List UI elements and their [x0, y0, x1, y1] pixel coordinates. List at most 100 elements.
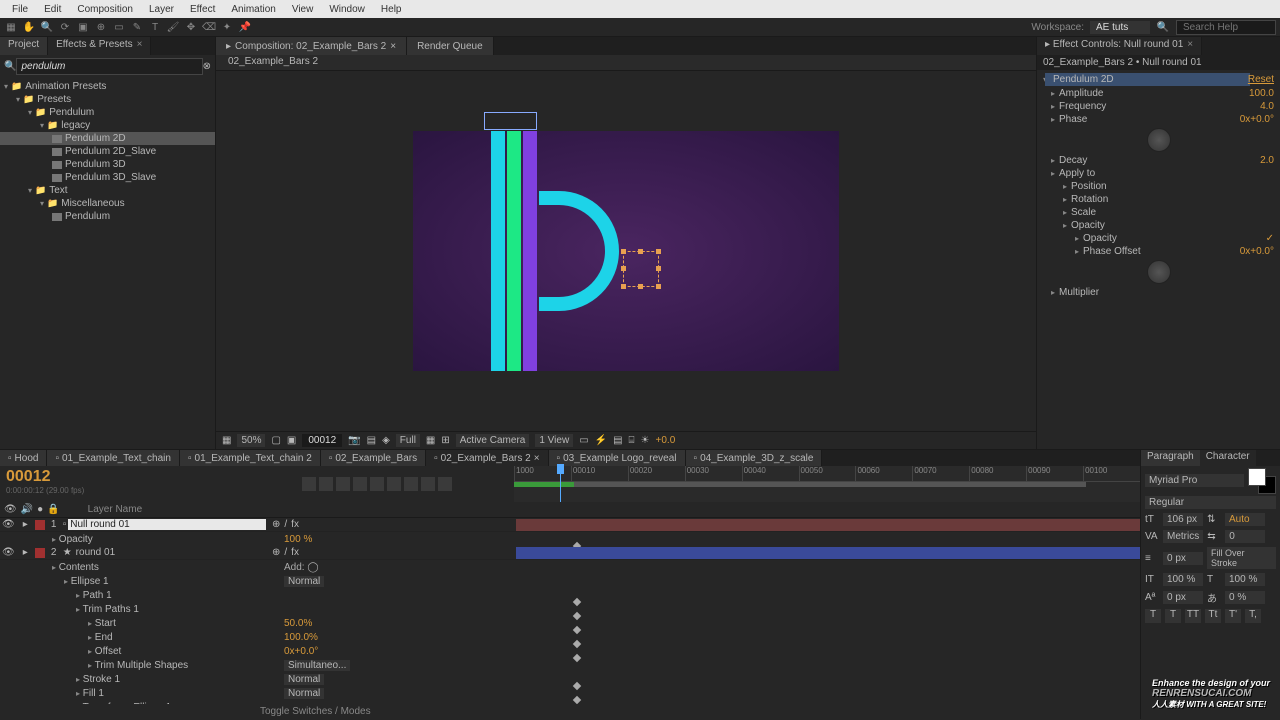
- pen-tool-icon[interactable]: ✎: [130, 20, 144, 34]
- property-row[interactable]: ▸ Stroke 1Normal: [0, 672, 1140, 686]
- preset-search-input[interactable]: [16, 58, 202, 75]
- timeline-tab[interactable]: ▫01_Example_Text_chain 2: [180, 450, 321, 466]
- hand-tool-icon[interactable]: ✋: [22, 20, 36, 34]
- effect-property-row[interactable]: ▸Frequency4.0: [1037, 100, 1280, 113]
- effect-property-row[interactable]: ▸Phase0x+0.0°: [1037, 113, 1280, 126]
- text-transform-button[interactable]: T': [1225, 609, 1241, 623]
- clone-tool-icon[interactable]: ✥: [184, 20, 198, 34]
- tree-item[interactable]: ▾📁 Miscellaneous: [0, 197, 215, 210]
- text-transform-button[interactable]: T: [1145, 609, 1161, 623]
- exposure-value[interactable]: +0.0: [656, 435, 676, 446]
- fast-preview-icon[interactable]: ⚡: [595, 435, 607, 446]
- effect-property-row[interactable]: ▸Scale: [1037, 206, 1280, 219]
- shy-icon[interactable]: [438, 477, 452, 491]
- tree-item[interactable]: Pendulum 2D_Slave: [0, 145, 215, 158]
- lock-column-icon[interactable]: 🔒: [47, 504, 59, 515]
- tree-item[interactable]: ▾📁 legacy: [0, 119, 215, 132]
- property-row[interactable]: ▸ Offset0x+0.0°: [0, 644, 1140, 658]
- menu-layer[interactable]: Layer: [141, 4, 182, 15]
- draft-3d-icon[interactable]: [336, 477, 350, 491]
- eraser-tool-icon[interactable]: ⌫: [202, 20, 216, 34]
- render-queue-tab[interactable]: Render Queue: [407, 37, 494, 55]
- timeline-tab[interactable]: ▫Hood: [0, 450, 47, 466]
- layer-name-column[interactable]: Layer Name: [88, 504, 142, 515]
- menu-window[interactable]: Window: [321, 4, 373, 15]
- transparency-icon[interactable]: ▦: [426, 435, 435, 446]
- view-dropdown[interactable]: 1 View: [535, 434, 573, 447]
- timeline-icon[interactable]: ▤: [613, 435, 622, 446]
- timeline-timecode[interactable]: 00012: [6, 468, 294, 486]
- effect-property-row[interactable]: ▸Phase Offset0x+0.0°: [1037, 245, 1280, 258]
- effect-property-row[interactable]: ▸Decay2.0: [1037, 154, 1280, 167]
- camera-tool-icon[interactable]: ▣: [76, 20, 90, 34]
- camera-dropdown[interactable]: Active Camera: [456, 434, 530, 447]
- layer-row[interactable]: 👁▸2★round 01⊕/fx: [0, 546, 1140, 560]
- effect-property-row[interactable]: ▸Position: [1037, 180, 1280, 193]
- timeline-ruler[interactable]: 1000000100002000030000400005000060000700…: [514, 466, 1140, 502]
- text-transform-button[interactable]: TT: [1185, 609, 1201, 623]
- phase-dial[interactable]: [1147, 260, 1171, 284]
- current-time-input[interactable]: 00012: [302, 434, 342, 447]
- effect-property-row[interactable]: ▸Rotation: [1037, 193, 1280, 206]
- tree-item[interactable]: Pendulum 3D_Slave: [0, 171, 215, 184]
- text-tool-icon[interactable]: T: [148, 20, 162, 34]
- anchor-tool-icon[interactable]: ⊕: [94, 20, 108, 34]
- fill-stroke-dropdown[interactable]: Fill Over Stroke: [1207, 547, 1276, 569]
- toggle-switches-button[interactable]: Toggle Switches / Modes: [0, 704, 1140, 719]
- stroke-width-input[interactable]: 0 px: [1163, 552, 1203, 565]
- roto-tool-icon[interactable]: ✦: [220, 20, 234, 34]
- effect-property-row[interactable]: ▸Opacity: [1037, 219, 1280, 232]
- text-transform-button[interactable]: T: [1165, 609, 1181, 623]
- pixel-aspect-icon[interactable]: ▭: [579, 435, 588, 446]
- tree-item[interactable]: Pendulum 2D: [0, 132, 215, 145]
- frame-blend-icon[interactable]: [353, 477, 367, 491]
- clear-search-icon[interactable]: ⊗: [203, 61, 211, 72]
- composition-tab[interactable]: ▸Composition: 02_Example_Bars 2×: [216, 37, 407, 55]
- hscale-input[interactable]: 100 %: [1225, 573, 1265, 586]
- rect-tool-icon[interactable]: ▭: [112, 20, 126, 34]
- leading-input[interactable]: Auto: [1225, 513, 1265, 526]
- workspace-dropdown[interactable]: AE tuts: [1090, 21, 1150, 34]
- menu-file[interactable]: File: [4, 4, 36, 15]
- audio-column-icon[interactable]: 🔊: [21, 504, 33, 515]
- comp-subtab[interactable]: 02_Example_Bars 2: [220, 55, 326, 70]
- phase-dial[interactable]: [1147, 128, 1171, 152]
- playhead[interactable]: [560, 466, 561, 502]
- layer-row[interactable]: 👁▸1▫Null round 01⊕/fx: [0, 518, 1140, 532]
- rotate-tool-icon[interactable]: ⟳: [58, 20, 72, 34]
- effect-property-row[interactable]: ▸Opacity✓: [1037, 232, 1280, 245]
- zoom-dropdown[interactable]: 50%: [237, 434, 265, 447]
- work-area-bar[interactable]: [514, 482, 1086, 487]
- resolution-dropdown[interactable]: Full: [396, 434, 420, 447]
- snapshot-icon[interactable]: 📷: [348, 435, 360, 446]
- auto-keyframe-icon[interactable]: [421, 477, 435, 491]
- brush-tool-icon[interactable]: 🖌: [166, 20, 180, 34]
- property-row[interactable]: ▸ Ellipse 1Normal: [0, 574, 1140, 588]
- color-swatch[interactable]: [1248, 468, 1276, 492]
- safe-zones-icon[interactable]: ⊞: [441, 435, 449, 446]
- property-row[interactable]: ▸ Trim Multiple ShapesSimultaneo...: [0, 658, 1140, 672]
- effect-title-row[interactable]: ▾ Pendulum 2D Reset: [1037, 72, 1280, 87]
- tree-item[interactable]: ▾📁 Pendulum: [0, 106, 215, 119]
- effect-property-row[interactable]: ▸Apply to: [1037, 167, 1280, 180]
- timeline-tab[interactable]: ▫01_Example_Text_chain: [47, 450, 180, 466]
- property-row[interactable]: ▸ Opacity100 %: [0, 532, 1140, 546]
- effect-property-row[interactable]: ▸Amplitude100.0: [1037, 87, 1280, 100]
- timeline-tab[interactable]: ▫02_Example_Bars 2 ×: [426, 450, 548, 466]
- null-object-handle[interactable]: [623, 251, 659, 287]
- effects-presets-tab[interactable]: Effects & Presets×: [48, 37, 151, 55]
- font-style-dropdown[interactable]: Regular: [1145, 496, 1276, 509]
- region-icon[interactable]: ◈: [382, 435, 390, 446]
- alpha-icon[interactable]: ▢: [271, 435, 280, 446]
- kerning-dropdown[interactable]: Metrics: [1163, 530, 1203, 543]
- property-row[interactable]: ▸ End100.0%: [0, 630, 1140, 644]
- mask-icon[interactable]: ▣: [287, 435, 296, 446]
- effect-property-row[interactable]: ▸Multiplier: [1037, 286, 1280, 299]
- menu-effect[interactable]: Effect: [182, 4, 223, 15]
- flowchart-icon[interactable]: ⌸: [629, 435, 635, 446]
- timeline-tab[interactable]: ▫04_Example_3D_z_scale: [686, 450, 823, 466]
- tree-item[interactable]: Pendulum 3D: [0, 158, 215, 171]
- text-transform-button[interactable]: Tt: [1205, 609, 1221, 623]
- property-row[interactable]: ▸ Trim Paths 1: [0, 602, 1140, 616]
- property-row[interactable]: ▸ Fill 1Normal: [0, 686, 1140, 700]
